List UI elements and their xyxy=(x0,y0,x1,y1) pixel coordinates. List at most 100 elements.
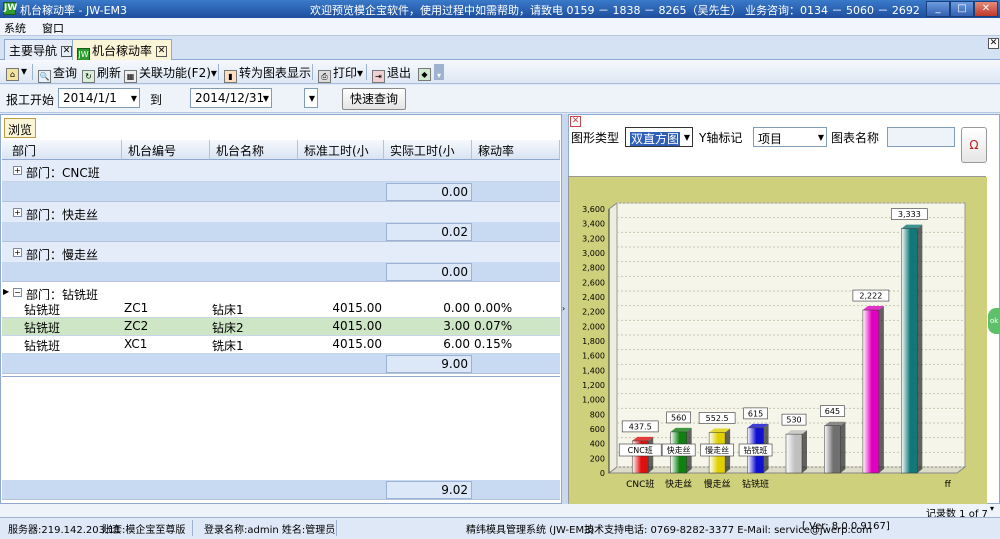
welcome-message: 欢迎预览模企宝软件，使用过程中如需帮助，请致电 0159 － 1838 － 82… xyxy=(310,4,975,17)
column-header-std-hours[interactable]: 标准工时(小时) xyxy=(298,140,384,175)
grand-total-value: 9.02 xyxy=(386,481,472,499)
side-widget-icon[interactable]: ok xyxy=(988,308,1000,334)
tab-close-icon[interactable]: ✕ xyxy=(156,46,168,57)
column-header-code[interactable]: 机台编号 xyxy=(122,140,210,160)
y-tick-label: 1,600 xyxy=(582,352,605,361)
chart-area: 0 200 400 600 800 1,000 1,200 1,400 1,600 1,800 2,… xyxy=(568,176,987,504)
toolbar-separator xyxy=(32,64,33,80)
chevron-right-icon[interactable]: › xyxy=(562,304,565,313)
y-tick-label: 3,600 xyxy=(582,205,605,214)
y-tick-label: 0 xyxy=(600,469,605,478)
x-tick-label: 快走丝 xyxy=(665,478,692,490)
data-label: 615 xyxy=(748,409,763,418)
bar-side xyxy=(917,224,923,473)
chevron-down-icon: ▼ xyxy=(817,133,824,142)
expand-icon[interactable]: + xyxy=(13,208,22,217)
status-divider xyxy=(336,520,337,536)
bar-side xyxy=(802,430,807,473)
y-tick-label: 600 xyxy=(590,425,605,434)
extra-dropdown[interactable]: ▼ xyxy=(304,88,318,108)
toolbar-separator xyxy=(312,64,313,80)
status-divider xyxy=(192,520,193,536)
group-sum-row: 9.00 xyxy=(2,354,560,374)
tab-utilization[interactable]: JW 机台稼动率 ✕ xyxy=(72,39,173,61)
close-icon[interactable]: ✕ xyxy=(974,1,998,17)
group-sum-value: 0.00 xyxy=(386,263,472,281)
expand-icon[interactable]: + xyxy=(13,166,22,175)
y-tick-label: 800 xyxy=(590,410,605,419)
chart-type-combo[interactable]: 双直方图 ▼ xyxy=(625,127,693,147)
panel-close-icon[interactable]: ✕ xyxy=(988,38,999,49)
status-system: 精纬模具管理系统 (JW-EM3) xyxy=(466,525,595,536)
y-tick-label: 1,800 xyxy=(582,337,605,346)
status-bar: 服务器:219.142.203.11 账套:模企宝至尊版 登录名称:admin … xyxy=(0,517,1000,539)
app-icon: JW xyxy=(3,2,18,15)
tab-label: 机台稼动率 xyxy=(92,44,153,58)
table-row[interactable]: 钻铣班 ZC1 钻床1 4015.00 0.00 0.00% xyxy=(2,300,560,318)
start-date-label: 报工开始 xyxy=(6,93,55,107)
minimize-icon[interactable]: _ xyxy=(926,1,950,17)
column-header-actual-hours[interactable]: 实际工时(小时) xyxy=(384,140,472,175)
y-axis-combo[interactable]: 项目 ▼ xyxy=(753,127,827,147)
data-label: 530 xyxy=(786,416,801,425)
chevron-down-icon[interactable]: ▾ xyxy=(990,504,994,513)
window-title: 机台稼动率 - JW-EM3 xyxy=(20,4,128,17)
y-tick-label: 2,000 xyxy=(582,322,605,331)
group-sum-value: 0.00 xyxy=(386,183,472,201)
maximize-icon[interactable]: □ xyxy=(950,1,974,17)
toolbar-separator xyxy=(366,64,367,80)
chevron-down-icon: ▼ xyxy=(130,94,137,103)
exit-button[interactable]: ⇥ 退出 xyxy=(370,63,413,83)
title-bar: JW 机台稼动率 - JW-EM3 欢迎预览模企宝软件，使用过程中如需帮助，请致… xyxy=(0,0,1000,18)
refresh-button[interactable]: ↻ 刷新 xyxy=(80,63,123,83)
chart-close-icon[interactable]: ✕ xyxy=(570,116,581,127)
start-date-combo[interactable]: 2014/1/1 ▼ xyxy=(58,88,140,108)
chevron-down-icon: ▼ xyxy=(308,94,315,103)
tab-close-icon[interactable]: ✕ xyxy=(61,46,73,57)
y-tick-label: 2,400 xyxy=(582,293,605,302)
bar xyxy=(785,433,803,474)
y-tick-label: 2,600 xyxy=(582,278,605,287)
y-tick-label: 200 xyxy=(590,454,605,463)
y-axis-label: Y轴标记 xyxy=(699,131,743,145)
column-header-rate[interactable]: 稼动率 xyxy=(472,140,560,160)
end-date-combo[interactable]: 2014/12/31 ▼ xyxy=(190,88,272,108)
chart-name-label: 图表名称 xyxy=(831,131,880,145)
toolbar-overflow-icon[interactable]: ▾ xyxy=(434,64,444,80)
tab-main-navigation[interactable]: 主要导航 ✕ xyxy=(4,39,78,60)
book-icon: ◆ xyxy=(418,68,431,81)
chart-type-label: 图形类型 xyxy=(571,131,620,145)
chart-name-input[interactable] xyxy=(887,127,955,147)
chart-icon: ▮ xyxy=(224,70,237,83)
bar-side xyxy=(878,306,884,473)
group-row[interactable]: + 部门：快走丝 xyxy=(2,202,560,224)
menu-item-system[interactable]: 系统 xyxy=(4,20,26,36)
quick-query-button[interactable]: 快速查询 xyxy=(342,88,406,110)
y-tick-label: 1,200 xyxy=(582,381,605,390)
collapse-icon[interactable]: − xyxy=(13,288,22,297)
column-header-dept[interactable]: 部门 xyxy=(2,140,122,160)
home-button[interactable]: ⌂ ▾ xyxy=(4,63,29,81)
to-chart-button[interactable]: ▮ 转为图表显示 xyxy=(222,63,313,83)
status-version: [ Ver: 8.0.0.9167] xyxy=(802,521,890,532)
table-row[interactable]: 钻铣班 XC1 铣床1 4015.00 6.00 0.15% xyxy=(2,336,560,354)
extra-button[interactable]: ◆ xyxy=(416,63,435,81)
table-row[interactable]: 钻铣班 ZC2 钻床2 4015.00 3.00 0.07% xyxy=(2,318,560,336)
font-settings-icon[interactable]: Ω xyxy=(961,127,987,163)
record-bar: 记录数 1 of 7 ▾ xyxy=(0,504,1000,520)
group-row[interactable]: + 部门：CNC班 xyxy=(2,160,560,182)
query-button[interactable]: 🔍 查询 xyxy=(36,63,79,83)
data-label: 645 xyxy=(825,407,840,416)
grand-total-row: 9.02 xyxy=(2,480,560,500)
menu-item-window[interactable]: 窗口 xyxy=(42,20,64,36)
group-row[interactable]: + 部门：慢走丝 xyxy=(2,242,560,264)
y-tick-label: 400 xyxy=(590,440,605,449)
home-icon: ⌂ xyxy=(6,68,19,81)
column-header-name[interactable]: 机台名称 xyxy=(210,140,298,160)
related-functions-button[interactable]: ▦ 关联功能(F2)▾ xyxy=(122,63,219,83)
data-label: 437.5 xyxy=(629,422,652,431)
expand-icon[interactable]: + xyxy=(13,248,22,257)
print-button[interactable]: ⎙ 打印▾ xyxy=(316,63,365,83)
y-tick-label: 1,000 xyxy=(582,396,605,405)
tab-browse[interactable]: 浏览 xyxy=(4,118,36,138)
